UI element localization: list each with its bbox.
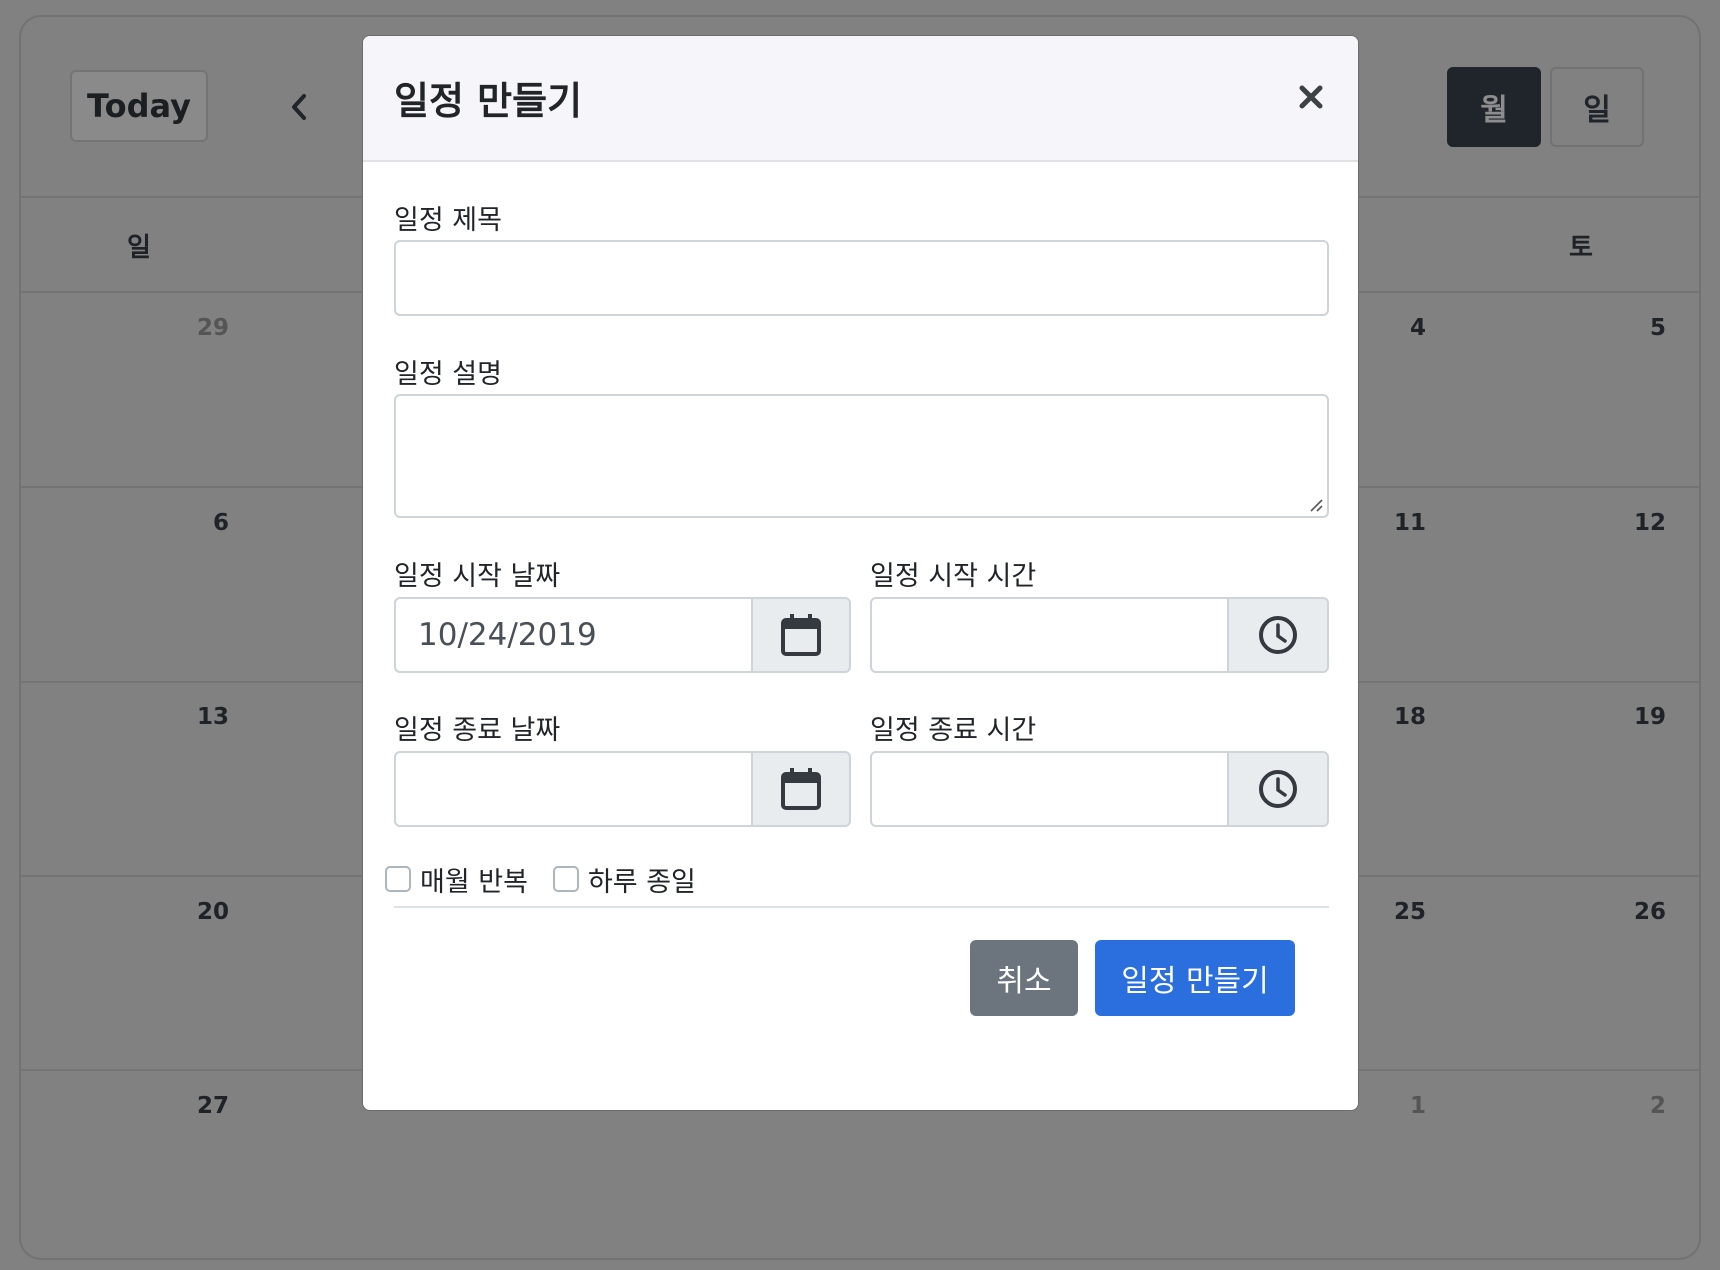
- description-label: 일정 설명: [394, 359, 502, 390]
- date-cell[interactable]: 27: [169, 1093, 229, 1119]
- chevron-left-icon: [292, 94, 306, 120]
- start-time-picker-button[interactable]: [1227, 597, 1329, 673]
- clock-icon: [1259, 770, 1297, 808]
- description-textarea[interactable]: [394, 394, 1329, 518]
- date-cell[interactable]: 1: [1366, 1093, 1426, 1119]
- start-time-label: 일정 시작 시간: [870, 561, 1037, 592]
- modal-title: 일정 만들기: [394, 79, 583, 123]
- date-cell[interactable]: 2: [1606, 1093, 1666, 1119]
- options-row: 매월 반복 하루 종일: [385, 860, 696, 899]
- date-cell[interactable]: 20: [169, 899, 229, 925]
- date-cell[interactable]: 5: [1606, 315, 1666, 341]
- start-date-picker-button[interactable]: [751, 597, 851, 673]
- date-cell[interactable]: 29: [169, 315, 229, 341]
- create-event-modal: 일정 만들기 일정 제목 일정 설명 일정 시작 날짜 10/24/2019 일…: [362, 35, 1359, 1111]
- today-button[interactable]: Today: [70, 70, 208, 142]
- end-date-picker-button[interactable]: [751, 751, 851, 827]
- end-time-input[interactable]: [870, 751, 1229, 827]
- footer-divider: [394, 906, 1329, 908]
- calendar-icon: [781, 768, 821, 810]
- title-label: 일정 제목: [394, 205, 502, 236]
- date-cell[interactable]: 25: [1366, 899, 1426, 925]
- create-event-button[interactable]: 일정 만들기: [1095, 940, 1295, 1016]
- end-time-label: 일정 종료 시간: [870, 715, 1037, 746]
- all-day-label[interactable]: 하루 종일: [588, 860, 696, 899]
- date-cell[interactable]: 12: [1606, 510, 1666, 536]
- repeat-monthly-checkbox[interactable]: [385, 866, 411, 892]
- date-cell[interactable]: 13: [169, 704, 229, 730]
- day-view-button[interactable]: 일: [1550, 67, 1644, 147]
- date-cell[interactable]: 18: [1366, 704, 1426, 730]
- clock-icon: [1259, 616, 1297, 654]
- date-cell[interactable]: 19: [1606, 704, 1666, 730]
- weekday-header-sat: 토: [1569, 233, 1593, 263]
- modal-header: 일정 만들기: [363, 36, 1358, 162]
- date-cell[interactable]: 6: [169, 510, 229, 536]
- date-cell[interactable]: 26: [1606, 899, 1666, 925]
- cancel-button[interactable]: 취소: [970, 940, 1078, 1016]
- repeat-monthly-label[interactable]: 매월 반복: [420, 860, 528, 899]
- close-icon: [1299, 85, 1323, 109]
- prev-month-button[interactable]: [279, 87, 319, 127]
- month-view-button[interactable]: 월: [1447, 67, 1541, 147]
- date-cell[interactable]: 11: [1366, 510, 1426, 536]
- all-day-checkbox[interactable]: [552, 866, 579, 892]
- end-date-label: 일정 종료 날짜: [394, 715, 561, 746]
- weekday-header-sun: 일: [127, 233, 151, 263]
- resize-handle-icon[interactable]: [1307, 496, 1323, 512]
- calendar-icon: [781, 614, 821, 656]
- start-time-input[interactable]: [870, 597, 1229, 673]
- close-button[interactable]: [1291, 77, 1331, 117]
- end-date-input[interactable]: [394, 751, 753, 827]
- start-date-label: 일정 시작 날짜: [394, 561, 561, 592]
- end-time-picker-button[interactable]: [1227, 751, 1329, 827]
- date-cell[interactable]: 4: [1366, 315, 1426, 341]
- start-date-input[interactable]: 10/24/2019: [394, 597, 753, 673]
- title-input[interactable]: [394, 240, 1329, 316]
